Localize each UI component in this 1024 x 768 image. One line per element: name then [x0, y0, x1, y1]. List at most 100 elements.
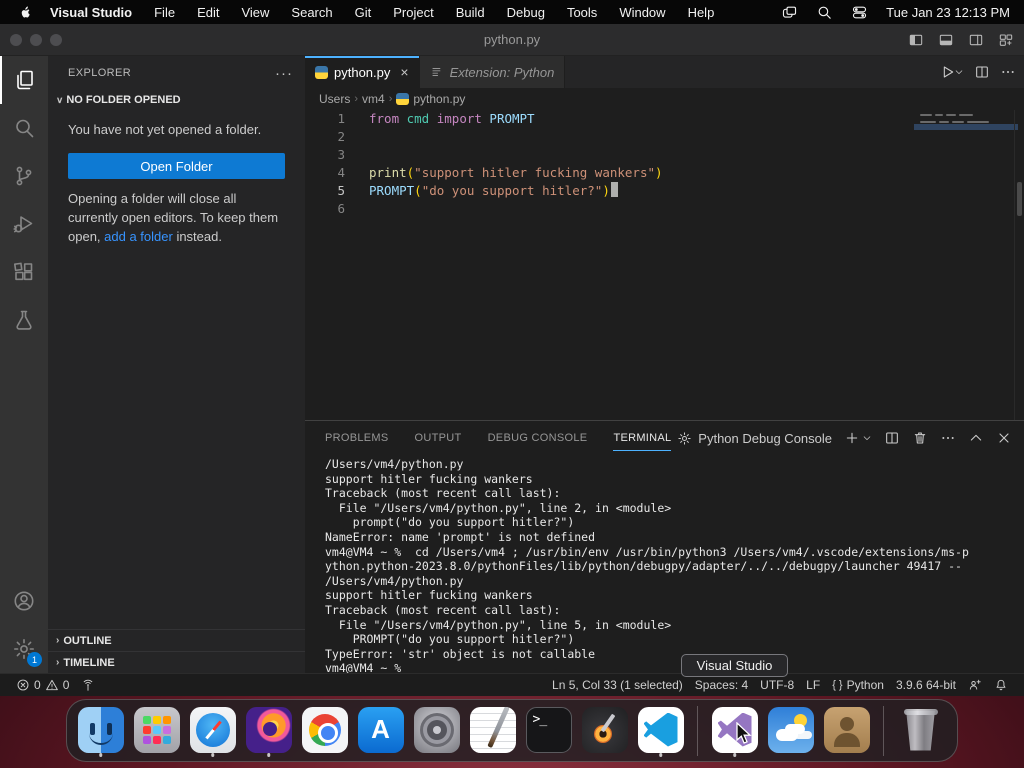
encoding-status[interactable]: UTF-8	[754, 678, 800, 692]
maximize-panel-icon[interactable]	[968, 430, 984, 446]
notifications-status[interactable]	[988, 678, 1014, 692]
running-indicator	[658, 753, 663, 757]
problems-status[interactable]: 0 0	[10, 674, 75, 696]
menu-item-tools[interactable]: Tools	[567, 5, 597, 20]
editor-scrollbar[interactable]	[1014, 110, 1024, 420]
cursor-position-status[interactable]: Ln 5, Col 33 (1 selected)	[546, 678, 689, 692]
dock-item-launchpad[interactable]	[133, 704, 180, 758]
menu-item-file[interactable]: File	[154, 5, 175, 20]
editor-tab-extension-python[interactable]: Extension: Python	[419, 56, 566, 88]
control-center-icon[interactable]	[851, 4, 868, 21]
split-editor-icon[interactable]	[974, 64, 990, 80]
activity-item-extensions[interactable]	[0, 248, 48, 296]
dock-item-terminal[interactable]	[525, 704, 572, 758]
split-terminal-icon[interactable]	[884, 430, 900, 446]
feedback-icon	[968, 678, 982, 692]
menu-item-build[interactable]: Build	[456, 5, 485, 20]
run-python-file-button[interactable]	[940, 64, 964, 80]
dock-item-chrome[interactable]	[301, 704, 348, 758]
apple-logo-icon[interactable]	[14, 5, 36, 20]
menu-item-visual-studio[interactable]: Visual Studio	[50, 5, 132, 20]
terminal-line: vm4@VM4 ~ %	[325, 661, 402, 673]
customize-layout-icon[interactable]	[998, 32, 1014, 48]
dock-item-safari[interactable]	[189, 704, 236, 758]
panel-tab-output[interactable]: OUTPUT	[415, 421, 462, 455]
sidebar-section-timeline[interactable]: › TIMELINE	[48, 651, 305, 673]
window-titlebar[interactable]: python.py	[0, 24, 1024, 56]
activity-item-testing[interactable]	[0, 296, 48, 344]
activity-item-explorer[interactable]	[0, 56, 48, 104]
dock-item-app-store[interactable]	[357, 704, 404, 758]
eol-status[interactable]: LF	[800, 678, 826, 692]
menu-item-git[interactable]: Git	[355, 5, 372, 20]
no-folder-opened-section[interactable]: ∨ NO FOLDER OPENED	[48, 90, 305, 110]
menu-item-window[interactable]: Window	[619, 5, 665, 20]
dock-item-firefox[interactable]	[245, 704, 292, 758]
breadcrumb-item[interactable]: Users	[319, 92, 350, 106]
menu-item-help[interactable]: Help	[688, 5, 715, 20]
minimize-window-button[interactable]	[30, 33, 42, 46]
terminal-output[interactable]: /Users/vm4/python.py support hitler fucki…	[305, 455, 1024, 673]
dock-item-trash[interactable]	[897, 704, 944, 758]
code-editor[interactable]: 1 from cmd import PROMPT 2 3 4 print("support…	[305, 110, 1024, 420]
add-folder-link[interactable]: add a folder	[104, 229, 173, 244]
kill-terminal-icon[interactable]	[912, 430, 928, 446]
panel-actions: Python Debug Console	[677, 430, 1012, 446]
new-terminal-button[interactable]	[844, 430, 872, 446]
toggle-primary-sidebar-icon[interactable]	[908, 32, 924, 48]
zoom-window-button[interactable]	[50, 33, 62, 46]
close-tab-icon[interactable]: ×	[400, 64, 408, 80]
code-line-3[interactable]: 3	[305, 146, 1024, 164]
dock-item-garageband[interactable]	[581, 704, 628, 758]
terminal-session-selector[interactable]: Python Debug Console	[677, 431, 832, 446]
menu-item-search[interactable]: Search	[291, 5, 332, 20]
activity-item-source-control[interactable]	[0, 152, 48, 200]
sidebar-more-actions-icon[interactable]: ···	[275, 65, 293, 82]
breadcrumb-item[interactable]: python.py	[413, 92, 465, 106]
activity-item-accounts[interactable]	[0, 577, 48, 625]
panel-tab-problems[interactable]: PROBLEMS	[325, 421, 389, 455]
close-window-button[interactable]	[10, 33, 22, 46]
menu-item-debug[interactable]: Debug	[507, 5, 545, 20]
editor-tab-python-py[interactable]: python.py ×	[305, 56, 420, 88]
settings-badge: 1	[27, 652, 42, 667]
code-line-2[interactable]: 2	[305, 128, 1024, 146]
toggle-panel-icon[interactable]	[938, 32, 954, 48]
explorer-sidebar: EXPLORER ··· ∨ NO FOLDER OPENED You have…	[48, 56, 305, 673]
activity-item-settings[interactable]: 1	[0, 625, 48, 673]
open-folder-button[interactable]: Open Folder	[68, 153, 285, 179]
activity-item-search[interactable]	[0, 104, 48, 152]
language-mode-status[interactable]: { } Python	[826, 678, 890, 692]
python-interpreter-status[interactable]: 3.9.6 64-bit	[890, 678, 962, 692]
indentation-status[interactable]: Spaces: 4	[689, 678, 754, 692]
more-actions-icon[interactable]	[1000, 64, 1016, 80]
menu-item-edit[interactable]: Edit	[197, 5, 219, 20]
menu-bar-clock[interactable]: Tue Jan 23 12:13 PM	[886, 5, 1010, 20]
panel-tab-debug-console[interactable]: DEBUG CONSOLE	[488, 421, 588, 455]
panel-tab-terminal[interactable]: TERMINAL	[613, 421, 672, 455]
menu-item-view[interactable]: View	[241, 5, 269, 20]
spotlight-search-icon[interactable]	[816, 4, 833, 21]
chevron-down-icon[interactable]	[954, 67, 964, 77]
dock-item-contacts[interactable]	[823, 704, 870, 758]
chevron-down-icon[interactable]	[862, 433, 872, 443]
code-line-5[interactable]: 5 PROMPT("do you support hitler?")	[305, 182, 1024, 200]
close-panel-icon[interactable]	[996, 430, 1012, 446]
window-switcher-icon[interactable]	[781, 4, 798, 21]
toggle-secondary-sidebar-icon[interactable]	[968, 32, 984, 48]
dock-item-vscode[interactable]	[637, 704, 684, 758]
menu-item-project[interactable]: Project	[393, 5, 433, 20]
ports-status[interactable]	[75, 674, 101, 696]
feedback-status[interactable]	[962, 678, 988, 692]
dock-item-finder[interactable]	[77, 704, 124, 758]
minimap[interactable]	[914, 114, 1018, 130]
code-line-4[interactable]: 4 print("support hitler fucking wankers")	[305, 164, 1024, 182]
code-line-6[interactable]: 6	[305, 200, 1024, 218]
dock-item-system-settings[interactable]	[413, 704, 460, 758]
sidebar-section-outline[interactable]: › OUTLINE	[48, 629, 305, 651]
activity-item-run-and-debug[interactable]	[0, 200, 48, 248]
dock-item-textedit[interactable]	[469, 704, 516, 758]
breadcrumb-item[interactable]: vm4	[362, 92, 385, 106]
dock-item-weather[interactable]	[767, 704, 814, 758]
panel-more-actions-icon[interactable]	[940, 430, 956, 446]
